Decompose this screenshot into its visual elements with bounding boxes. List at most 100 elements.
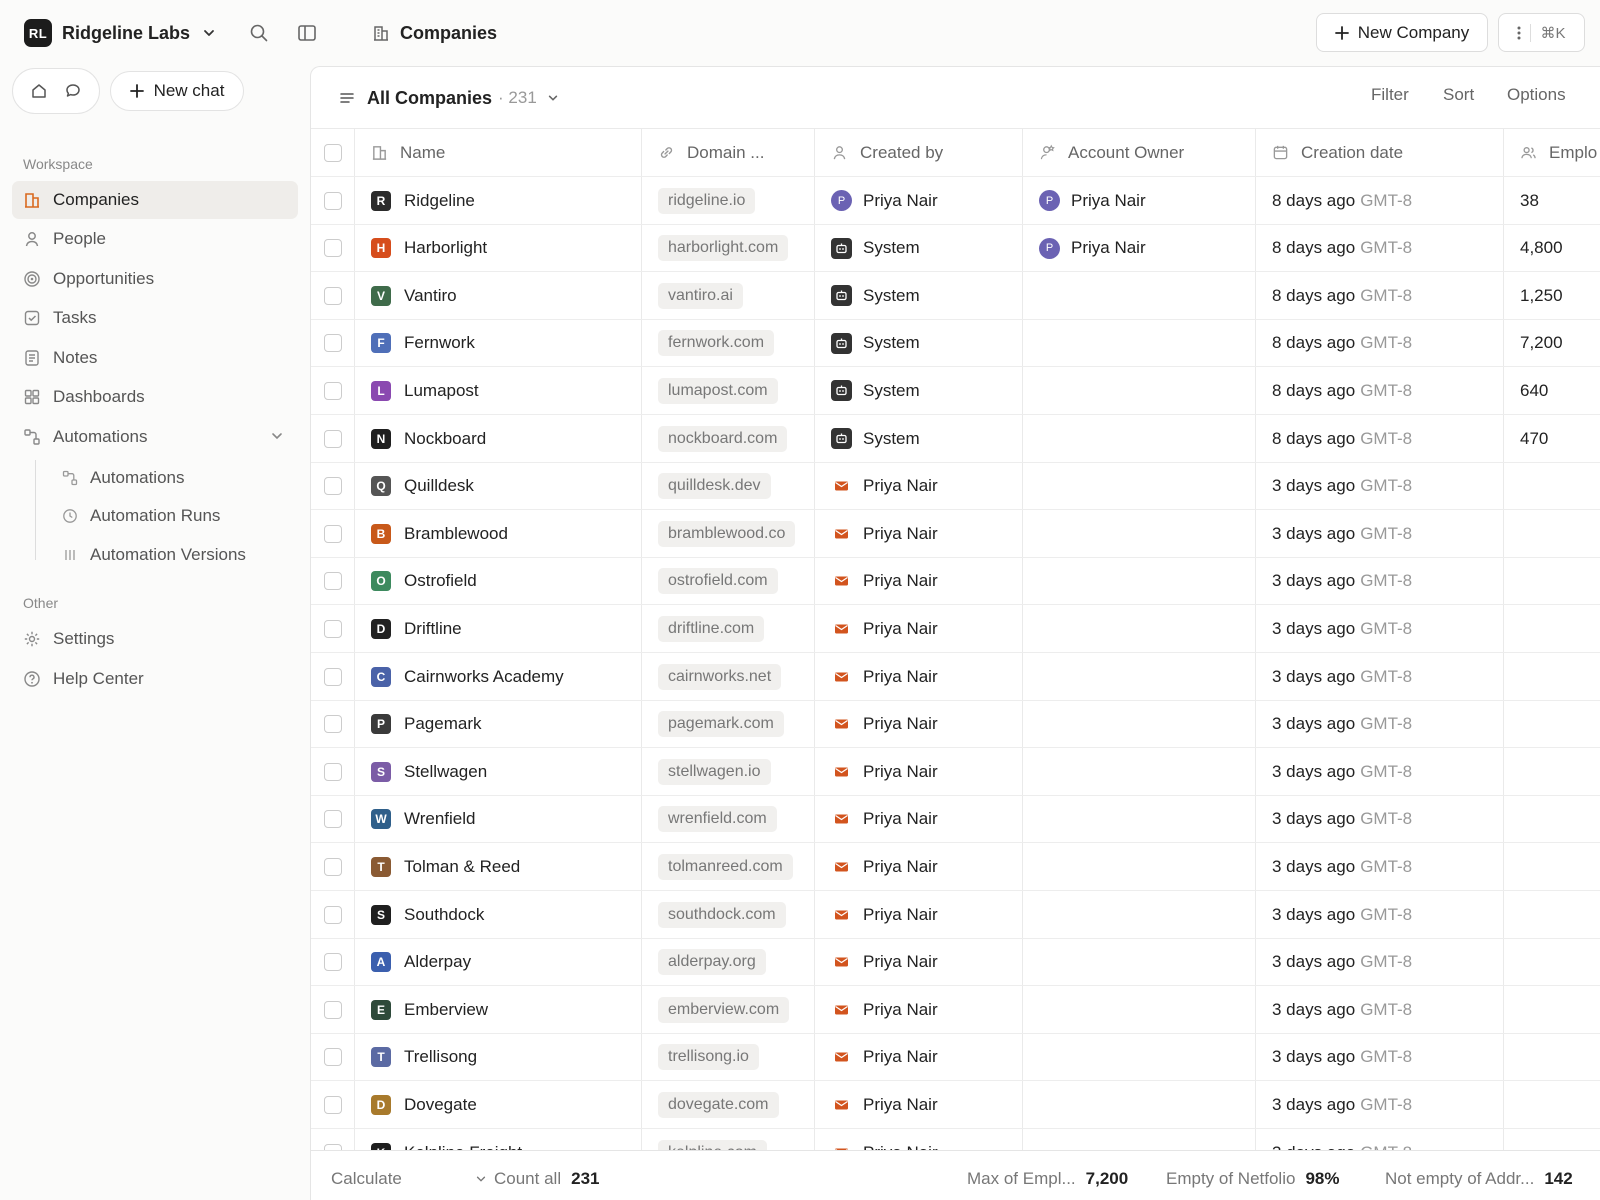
employees-cell[interactable]: 640: [1504, 367, 1600, 414]
sidebar-subitem-automation-versions[interactable]: Automation Versions: [50, 537, 298, 573]
created-by-cell[interactable]: System: [815, 319, 1023, 367]
table-row[interactable]: D Driftline driftline.com Priya Nair 3 days …: [311, 604, 1600, 653]
row-select-cell[interactable]: [311, 557, 355, 605]
created-by-cell[interactable]: Priya Nair: [815, 653, 1023, 700]
created-by-cell[interactable]: Priya Nair: [815, 1081, 1023, 1129]
creation-date-cell[interactable]: 8 days ago GMT-8: [1256, 272, 1504, 320]
domain-link[interactable]: tolmanreed.com: [658, 853, 793, 880]
domain-cell[interactable]: nockboard.com: [642, 415, 815, 462]
account-owner-cell[interactable]: [1023, 1033, 1256, 1081]
creation-date-cell[interactable]: 3 days agoGMT-8: [1256, 891, 1504, 938]
sidebar-item-people[interactable]: People: [12, 220, 298, 258]
creation-date-cell[interactable]: 3 days agoGMT-8: [1256, 795, 1504, 843]
domain-link[interactable]: lumapost.com: [658, 377, 778, 404]
domain-cell[interactable]: vantiro.ai: [642, 272, 815, 320]
created-by-cell[interactable]: Priya Nair: [815, 938, 1023, 986]
name-cell[interactable]: R Ridgeline: [355, 177, 642, 224]
search-icon[interactable]: [248, 22, 270, 44]
row-select-cell[interactable]: [311, 653, 355, 700]
workspace-switcher[interactable]: RL Ridgeline Labs: [24, 18, 216, 48]
column-header-name[interactable]: Name: [355, 129, 642, 176]
domain-cell[interactable]: driftline.com: [642, 605, 815, 653]
employees-cell[interactable]: [1504, 796, 1600, 843]
domain-link[interactable]: wrenfield.com: [658, 806, 777, 833]
domain-cell[interactable]: fernwork.com: [642, 319, 815, 367]
row-checkbox[interactable]: [323, 191, 342, 210]
table-row[interactable]: N Nockboard nockboard.com System 8 days ago G…: [311, 414, 1600, 462]
name-cell[interactable]: Q Quilldesk: [355, 462, 642, 510]
more-actions-button[interactable]: ⌘K: [1498, 13, 1585, 52]
created-by-cell[interactable]: Priya Nair: [815, 795, 1023, 843]
employees-cell[interactable]: [1504, 1034, 1600, 1081]
row-select-cell[interactable]: [311, 986, 355, 1034]
table-row[interactable]: W Wrenfield wrenfield.com Priya Nair 3 days …: [311, 794, 1600, 843]
row-select-cell[interactable]: [311, 462, 355, 510]
table-row[interactable]: T Tolman & Reed tolmanreed.com Priya Nair 3 …: [311, 842, 1600, 891]
account-owner-cell[interactable]: [1023, 795, 1256, 843]
row-checkbox[interactable]: [323, 857, 342, 876]
created-by-cell[interactable]: Priya Nair: [815, 891, 1023, 938]
home-icon[interactable]: [30, 82, 48, 100]
new-chat-button[interactable]: New chat: [110, 71, 244, 111]
created-by-cell[interactable]: Priya Nair: [815, 986, 1023, 1034]
sidebar-item-automations[interactable]: Automations: [12, 418, 298, 456]
creation-date-cell[interactable]: 8 days ago GMT-8: [1256, 319, 1504, 367]
row-checkbox[interactable]: [323, 905, 342, 924]
name-cell[interactable]: D Dovegate: [355, 1081, 642, 1129]
domain-link[interactable]: driftline.com: [658, 615, 765, 642]
name-cell[interactable]: H Harborlight: [355, 224, 642, 272]
creation-date-cell[interactable]: 3 days agoGMT-8: [1256, 557, 1504, 605]
name-cell[interactable]: O Ostrofield: [355, 557, 642, 605]
domain-cell[interactable]: southdock.com: [642, 891, 815, 938]
domain-link[interactable]: ridgeline.io: [658, 187, 756, 214]
row-select-cell[interactable]: [311, 795, 355, 843]
domain-cell[interactable]: cairnworks.net: [642, 653, 815, 700]
table-row[interactable]: S Southdock southdock.com Priya Nair 3 days …: [311, 890, 1600, 938]
row-select-cell[interactable]: [311, 843, 355, 891]
domain-cell[interactable]: trellisong.io: [642, 1033, 815, 1081]
created-by-cell[interactable]: P Priya Nair: [815, 177, 1023, 224]
row-checkbox[interactable]: [323, 572, 342, 591]
creation-date-cell[interactable]: 8 days ago GMT-8: [1256, 177, 1504, 224]
calculate-dropdown[interactable]: Calculate: [331, 1169, 487, 1189]
row-select-cell[interactable]: [311, 1033, 355, 1081]
created-by-cell[interactable]: Priya Nair: [815, 700, 1023, 748]
sidebar-item-dashboards[interactable]: Dashboards: [12, 378, 298, 416]
domain-link[interactable]: emberview.com: [658, 996, 790, 1023]
row-checkbox[interactable]: [323, 810, 342, 829]
table-row[interactable]: H Harborlight harborlight.com System P Priya …: [311, 223, 1600, 272]
account-owner-cell[interactable]: P Priya Nair: [1023, 177, 1256, 224]
domain-link[interactable]: southdock.com: [658, 901, 786, 928]
table-row[interactable]: C Cairnworks Academy cairnworks.net Priya N…: [311, 652, 1600, 700]
row-select-cell[interactable]: [311, 415, 355, 462]
row-checkbox[interactable]: [323, 762, 342, 781]
row-select-cell[interactable]: [311, 938, 355, 986]
account-owner-cell[interactable]: [1023, 891, 1256, 938]
row-checkbox[interactable]: [323, 953, 342, 972]
creation-date-cell[interactable]: 8 days ago GMT-8: [1256, 415, 1504, 462]
sidebar-item-tasks[interactable]: Tasks: [12, 299, 298, 337]
creation-date-cell[interactable]: 3 days agoGMT-8: [1256, 510, 1504, 558]
created-by-cell[interactable]: System: [815, 367, 1023, 415]
created-by-cell[interactable]: System: [815, 224, 1023, 272]
table-row[interactable]: O Ostrofield ostrofield.com Priya Nair 3 day…: [311, 556, 1600, 605]
not-empty-address-aggregate[interactable]: Not empty of Addr... 142: [1385, 1169, 1573, 1189]
name-cell[interactable]: P Pagemark: [355, 700, 642, 748]
row-select-cell[interactable]: [311, 510, 355, 558]
employees-cell[interactable]: [1504, 558, 1600, 605]
table-row[interactable]: Q Quilldesk quilldesk.dev Priya Nair 3 days …: [311, 461, 1600, 510]
table-row[interactable]: V Vantiro vantiro.ai System 8 days ago GMT-8 1…: [311, 271, 1600, 320]
employees-cell[interactable]: [1504, 653, 1600, 700]
domain-cell[interactable]: pagemark.com: [642, 700, 815, 748]
employees-cell[interactable]: [1504, 748, 1600, 795]
domain-link[interactable]: stellwagen.io: [658, 758, 771, 785]
creation-date-cell[interactable]: 3 days agoGMT-8: [1256, 938, 1504, 986]
account-owner-cell[interactable]: [1023, 557, 1256, 605]
domain-link[interactable]: bramblewood.co: [658, 520, 796, 547]
row-select-cell[interactable]: [311, 700, 355, 748]
table-row[interactable]: B Bramblewood bramblewood.co Priya Nair 3 da…: [311, 509, 1600, 558]
creation-date-cell[interactable]: 3 days agoGMT-8: [1256, 1081, 1504, 1129]
name-cell[interactable]: T Tolman & Reed: [355, 843, 642, 891]
row-checkbox[interactable]: [323, 239, 342, 258]
employees-cell[interactable]: [1504, 891, 1600, 938]
